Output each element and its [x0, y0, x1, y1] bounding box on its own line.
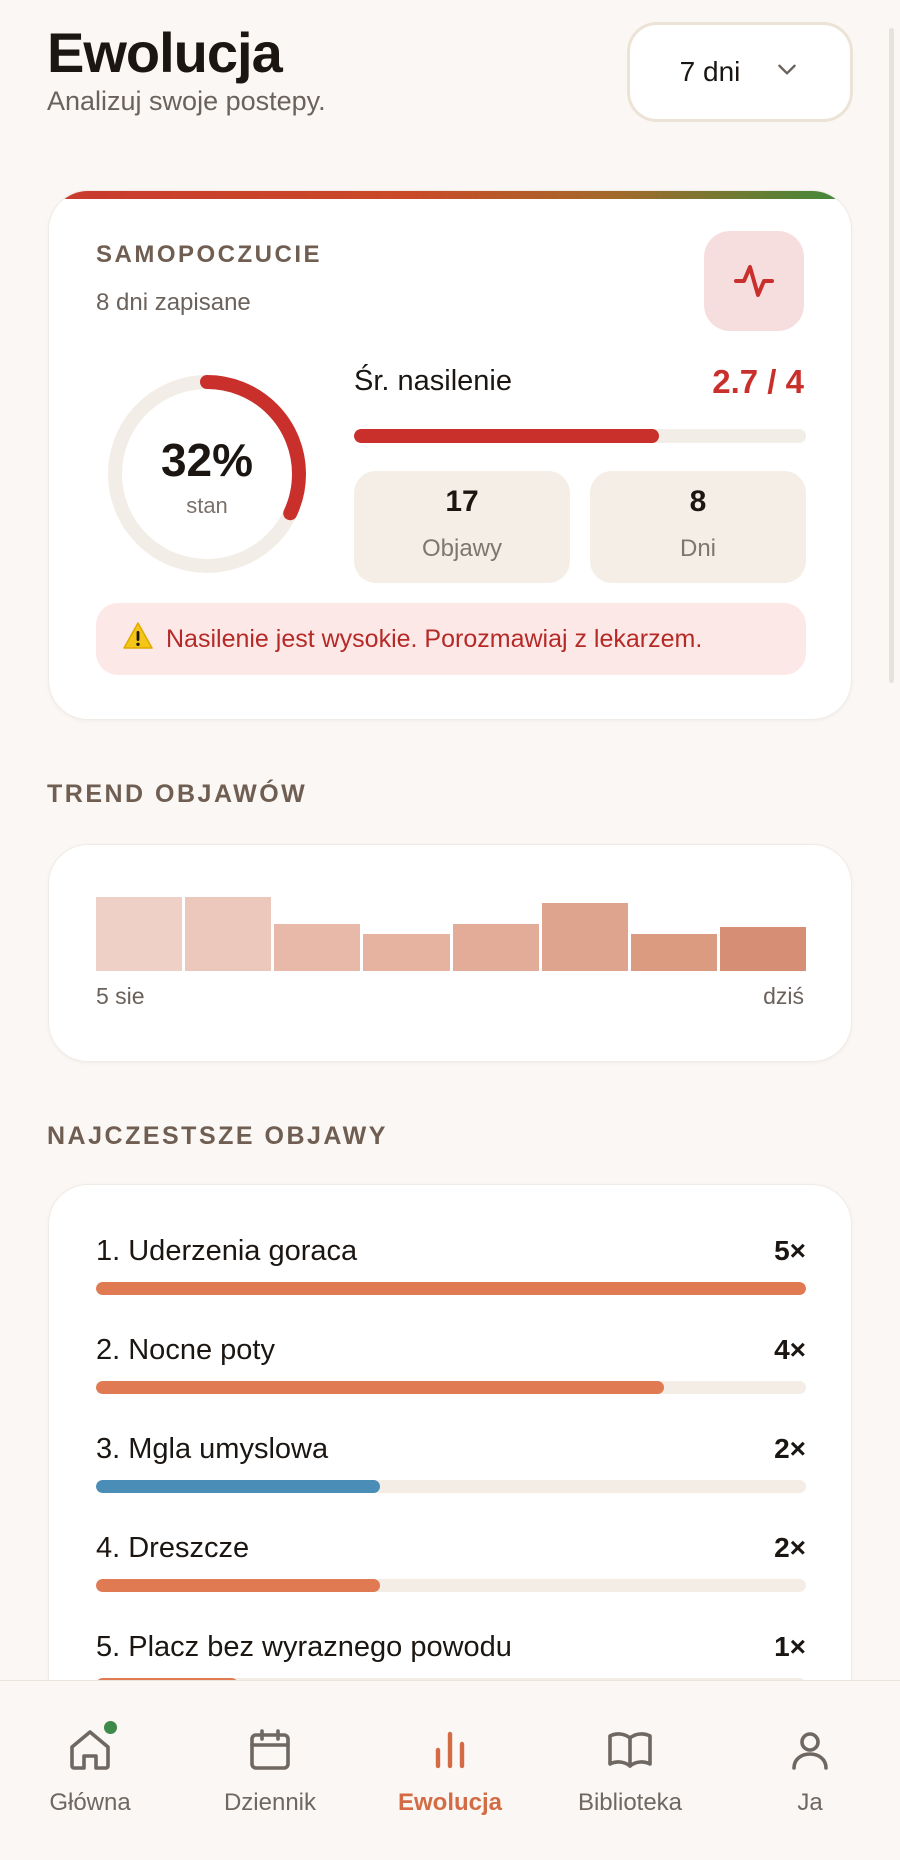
top-symptoms-label: NAJCZESTSZE OBJAWY [47, 1122, 388, 1150]
nav-item-journal[interactable]: Dziennik [180, 1681, 360, 1860]
bottom-nav: Główna Dziennik Ewolucja Biblioteka Ja [0, 1680, 900, 1860]
nav-label: Główna [49, 1789, 131, 1816]
symptom-bar [96, 1381, 806, 1394]
nav-item-evolution[interactable]: Ewolucja [360, 1681, 540, 1860]
range-select-value: 7 dni [679, 56, 741, 87]
activity-icon-box[interactable] [704, 231, 804, 331]
wellbeing-ring: 32% stan [104, 371, 310, 577]
trend-bar [274, 924, 361, 971]
symptom-count: 4× [774, 1334, 806, 1365]
trend-bars [96, 895, 806, 971]
trend-bar [452, 924, 539, 971]
symptom-row[interactable]: 4. Dreszcze 2× [96, 1532, 806, 1592]
wellbeing-label: SAMOPOCZUCIE [96, 241, 323, 268]
ring-value: 32% [160, 434, 254, 486]
stat-symptoms-value: 17 [445, 485, 479, 518]
alert-text: Nasilenie jest wysokie. Porozmawiaj z le… [166, 624, 703, 653]
symptom-bar-fill [96, 1579, 380, 1592]
trend-bar [96, 897, 183, 971]
symptom-bar-fill [96, 1282, 806, 1295]
scrollbar[interactable] [889, 28, 894, 683]
severity-value: 2.7 / 4 [712, 363, 804, 400]
symptom-bar-fill [96, 1381, 664, 1394]
trend-start-label: 5 sie [96, 983, 145, 1009]
stat-days-value: 8 [689, 485, 707, 518]
symptom-bar-fill [96, 1480, 380, 1493]
nav-item-me[interactable]: Ja [720, 1681, 900, 1860]
severity-bar [354, 429, 806, 443]
chart-bars-icon [435, 1731, 465, 1769]
symptom-name: 1. Uderzenia goraca [96, 1235, 358, 1267]
book-icon [608, 1732, 652, 1768]
symptom-name: 5. Placz bez wyraznego powodu [96, 1631, 512, 1663]
symptom-name: 2. Nocne poty [96, 1334, 275, 1366]
symptom-row[interactable]: 3. Mgla umyslowa 2× [96, 1433, 806, 1493]
trend-bar [363, 934, 450, 971]
ring-caption: stan [186, 493, 228, 518]
symptom-count: 2× [774, 1433, 806, 1464]
range-select[interactable]: 7 dni [627, 22, 853, 122]
calendar-icon [250, 1729, 290, 1770]
trend-section-label: TREND OBJAWÓW [47, 780, 308, 808]
trend-bar [719, 926, 806, 971]
symptom-count: 5× [774, 1235, 806, 1266]
symptom-bar [96, 1579, 806, 1592]
symptom-bar [96, 1480, 806, 1493]
nav-item-library[interactable]: Biblioteka [540, 1681, 720, 1860]
stat-box-days[interactable]: 8 Dni [590, 471, 806, 583]
wellbeing-card: SAMOPOCZUCIE 8 dni zapisane 32% stan Śr.… [48, 190, 852, 720]
wellbeing-gradient-bar [49, 191, 851, 199]
trend-bar [630, 934, 717, 971]
nav-label: Biblioteka [577, 1789, 683, 1816]
severity-alert: Nasilenie jest wysokie. Porozmawiaj z le… [96, 603, 806, 675]
chevron-down-icon [774, 56, 800, 89]
stat-box-symptoms[interactable]: 17 Objawy [354, 471, 570, 583]
top-symptoms-card: 1. Uderzenia goraca 5× 2. Nocne poty 4× … [48, 1184, 852, 1744]
notification-dot [104, 1721, 117, 1734]
nav-label: Dziennik [223, 1789, 317, 1816]
symptom-count: 1× [774, 1631, 806, 1662]
symptom-row[interactable]: 1. Uderzenia goraca 5× [96, 1235, 806, 1295]
symptom-count: 2× [774, 1532, 806, 1563]
nav-label: Ewolucja [397, 1789, 503, 1816]
severity-label: Śr. nasilenie [354, 365, 512, 397]
trend-end-label: dziś [763, 983, 804, 1009]
nav-label: Ja [797, 1789, 823, 1816]
warning-icon [122, 621, 154, 658]
stat-symptoms-label: Objawy [421, 535, 503, 562]
trend-bar [185, 897, 272, 971]
symptom-name: 4. Dreszcze [96, 1532, 250, 1564]
symptom-bar [96, 1282, 806, 1295]
activity-pulse-icon [734, 265, 774, 297]
trend-bar [541, 902, 628, 971]
days-saved: 8 dni zapisane [96, 289, 251, 316]
page-header: Ewolucja Analizuj swoje postepy. 7 dni [47, 22, 853, 132]
stat-days-label: Dni [679, 535, 716, 562]
trend-card: 5 sie dziś [48, 844, 852, 1062]
severity-bar-fill [354, 429, 660, 443]
symptom-row[interactable]: 2. Nocne poty 4× [96, 1334, 806, 1394]
symptom-name: 3. Mgla umyslowa [96, 1433, 329, 1465]
nav-item-home[interactable]: Główna [0, 1681, 180, 1860]
user-icon [792, 1732, 828, 1770]
